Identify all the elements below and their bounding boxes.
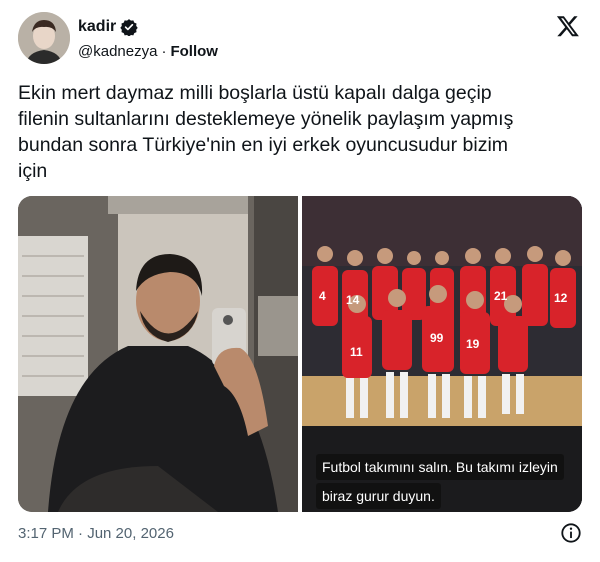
tweet-footer: 3:17 PM · Jun 20, 2026 (18, 520, 582, 546)
jersey-number: 99 (430, 331, 444, 345)
separator-dot: · (161, 42, 167, 60)
jersey-number: 11 (350, 345, 363, 359)
follow-button[interactable]: Follow (170, 43, 218, 60)
author-display-name[interactable]: kadir (78, 18, 116, 36)
verified-badge-icon (120, 19, 138, 36)
jersey-number: 12 (554, 291, 568, 305)
jersey-number: 19 (466, 337, 480, 351)
jersey-number: 21 (494, 289, 508, 303)
tweet-media: 4 14 21 12 11 99 19 Futbol takımını salı… (18, 196, 582, 512)
tweet-header: kadir @kadnezya · Follow (18, 12, 582, 64)
author-handle[interactable]: @kadnezya (78, 43, 157, 60)
jersey-number: 14 (346, 293, 360, 307)
photo-volleyball-team[interactable]: 4 14 21 12 11 99 19 Futbol takımını salı… (302, 196, 582, 512)
avatar[interactable] (18, 12, 70, 64)
caption-line-2: biraz gurur duyun. (316, 483, 441, 509)
tweet-text: Ekin mert daymaz milli boşlarla üstü kap… (18, 82, 514, 182)
caption-line-1: Futbol takımını salın. Bu takımı izleyin (316, 454, 564, 480)
x-logo-icon[interactable] (556, 14, 580, 38)
info-icon[interactable] (560, 522, 582, 544)
story-caption: Futbol takımını salın. Bu takımı izleyin… (316, 454, 576, 512)
photo-selfie[interactable] (18, 196, 298, 512)
timestamp[interactable]: 3:17 PM · Jun 20, 2026 (18, 525, 174, 542)
jersey-number: 4 (319, 289, 326, 303)
